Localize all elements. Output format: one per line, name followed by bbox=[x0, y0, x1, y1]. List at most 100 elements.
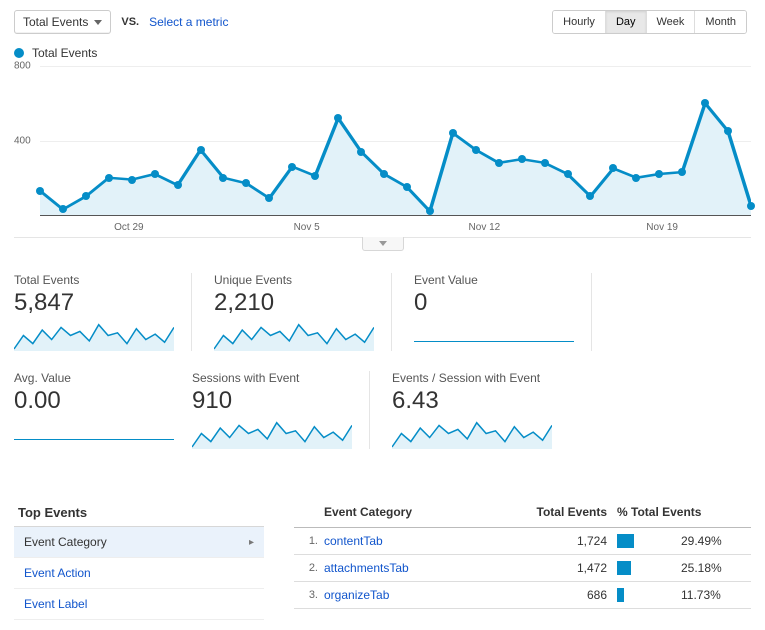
pct-text: 25.18% bbox=[681, 561, 722, 575]
chevron-down-icon bbox=[379, 241, 387, 246]
data-point bbox=[564, 170, 572, 178]
events-table: Event Category Total Events % Total Even… bbox=[294, 499, 751, 620]
col-pct-header-text: % Total Events bbox=[617, 505, 701, 519]
col-pct-header: % Total Events bbox=[607, 505, 747, 519]
sparkline-flat bbox=[14, 439, 174, 440]
data-point bbox=[357, 148, 365, 156]
row-category-link[interactable]: attachmentsTab bbox=[324, 561, 497, 575]
data-point bbox=[609, 164, 617, 172]
chart-legend: Total Events bbox=[14, 46, 751, 60]
data-point bbox=[724, 127, 732, 135]
data-point bbox=[586, 192, 594, 200]
scorecard: Total Events5,847 bbox=[14, 273, 192, 351]
metric-controls: Total Events VS. Select a metric bbox=[14, 10, 228, 34]
scorecard-value: 0.00 bbox=[14, 387, 192, 415]
granularity-day[interactable]: Day bbox=[605, 11, 646, 33]
data-point bbox=[151, 170, 159, 178]
select-metric-link[interactable]: Select a metric bbox=[149, 15, 228, 29]
scorecard: Avg. Value 0.00 bbox=[14, 371, 192, 449]
row-index: 1. bbox=[298, 535, 318, 547]
data-point bbox=[82, 192, 90, 200]
chevron-right-icon: ▸ bbox=[249, 537, 254, 548]
data-point bbox=[678, 168, 686, 176]
data-point bbox=[174, 181, 182, 189]
data-point bbox=[472, 146, 480, 154]
data-point bbox=[105, 174, 113, 182]
data-point bbox=[701, 99, 709, 107]
sparkline-flat bbox=[414, 341, 574, 342]
scorecard-value: 910 bbox=[192, 387, 351, 415]
pct-bar bbox=[617, 534, 634, 548]
data-point bbox=[655, 170, 663, 178]
row-category-link[interactable]: contentTab bbox=[324, 534, 497, 548]
table-row: 3.organizeTab68611.73% bbox=[294, 582, 751, 609]
row-total: 1,472 bbox=[497, 561, 607, 575]
sparkline bbox=[192, 419, 352, 449]
data-point bbox=[747, 202, 755, 210]
top-events-sidebar: Top Events Event Category▸Event ActionEv… bbox=[14, 499, 264, 620]
row-index: 2. bbox=[298, 562, 318, 574]
data-point bbox=[265, 194, 273, 202]
scorecard-value: 6.43 bbox=[392, 387, 570, 415]
sidebar-item-event-category[interactable]: Event Category ▸ bbox=[14, 527, 264, 558]
row-index: 3. bbox=[298, 589, 318, 601]
granularity-month[interactable]: Month bbox=[694, 11, 746, 33]
sidebar-item-event-label[interactable]: Event Label bbox=[14, 589, 264, 620]
x-tick: Nov 12 bbox=[396, 222, 574, 233]
col-total-header: Total Events bbox=[497, 505, 607, 519]
data-point bbox=[632, 174, 640, 182]
sparkline bbox=[392, 419, 552, 449]
col-category-header: Event Category bbox=[324, 505, 497, 519]
y-tick-400: 400 bbox=[14, 136, 31, 147]
chart-collapse-handle[interactable] bbox=[362, 237, 404, 251]
data-point bbox=[495, 159, 503, 167]
x-axis-ticks: Oct 29Nov 5Nov 12Nov 19 bbox=[14, 218, 751, 233]
pct-bar-wrap bbox=[617, 561, 673, 575]
table-row: 1. contentTab1,724 29.49% bbox=[294, 528, 751, 555]
scorecard-label: Total Events bbox=[14, 273, 173, 287]
granularity-group: HourlyDayWeekMonth bbox=[552, 10, 747, 34]
scorecard: Event Value0 bbox=[414, 273, 592, 351]
y-tick-800: 800 bbox=[14, 61, 31, 72]
data-point bbox=[403, 183, 411, 191]
row-total: 1,724 bbox=[497, 534, 607, 548]
sparkline bbox=[14, 321, 174, 351]
data-point bbox=[449, 129, 457, 137]
sparkline bbox=[214, 321, 374, 351]
data-point bbox=[311, 172, 319, 180]
pct-bar bbox=[617, 561, 631, 575]
data-point bbox=[36, 187, 44, 195]
data-point bbox=[518, 155, 526, 163]
row-pct: 11.73% bbox=[607, 588, 747, 602]
bottom-section: Top Events Event Category▸Event ActionEv… bbox=[14, 499, 751, 620]
primary-metric-label: Total Events bbox=[23, 15, 88, 29]
table-row: 2. attachmentsTab1,472 25.18% bbox=[294, 555, 751, 582]
x-tick: Nov 19 bbox=[573, 222, 751, 233]
data-point bbox=[128, 176, 136, 184]
scorecard: Events / Session with Event6.43 bbox=[392, 371, 570, 449]
granularity-hourly[interactable]: Hourly bbox=[553, 11, 605, 33]
data-point bbox=[59, 205, 67, 213]
scorecard-label: Avg. Value bbox=[14, 371, 192, 385]
chart-svg bbox=[40, 66, 751, 215]
row-pct: 25.18% bbox=[607, 561, 747, 575]
data-point bbox=[334, 114, 342, 122]
table-header: Event Category Total Events % Total Even… bbox=[294, 499, 751, 528]
scorecard: Unique Events2,210 bbox=[214, 273, 392, 351]
primary-metric-dropdown[interactable]: Total Events bbox=[14, 10, 111, 34]
scorecard-label: Event Value bbox=[414, 273, 573, 287]
granularity-week[interactable]: Week bbox=[646, 11, 695, 33]
sidebar-item-event-action[interactable]: Event Action bbox=[14, 558, 264, 589]
main-chart: 800 400 bbox=[14, 66, 751, 216]
pct-text: 29.49% bbox=[681, 534, 722, 548]
pct-bar bbox=[617, 588, 624, 602]
pct-bar-wrap bbox=[617, 534, 673, 548]
sidebar-item-label: Event Label bbox=[24, 597, 87, 611]
sidebar-item-label: Event Action bbox=[24, 566, 91, 580]
row-category-link[interactable]: organizeTab bbox=[324, 588, 497, 602]
row-pct: 29.49% bbox=[607, 534, 747, 548]
sidebar-item-label: Event Category bbox=[24, 535, 107, 549]
data-point bbox=[288, 163, 296, 171]
legend-label: Total Events bbox=[32, 46, 97, 60]
topbar: Total Events VS. Select a metric HourlyD… bbox=[14, 10, 751, 34]
